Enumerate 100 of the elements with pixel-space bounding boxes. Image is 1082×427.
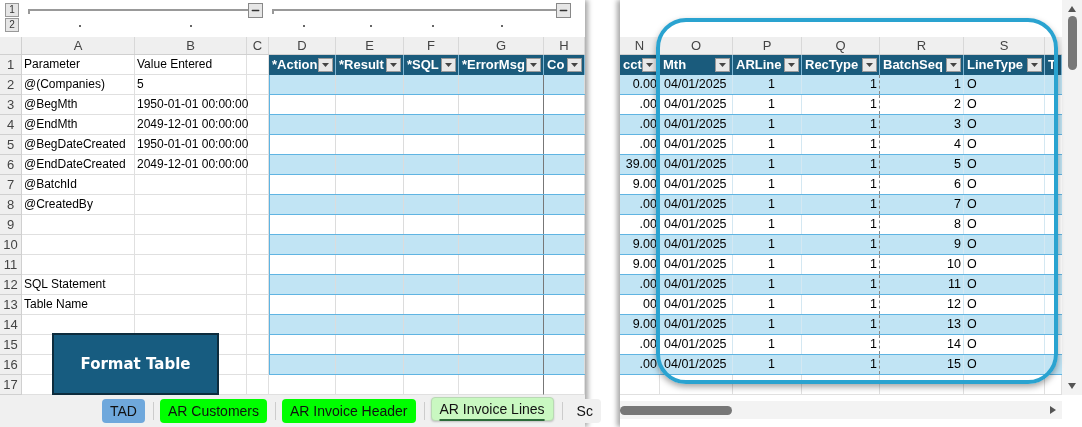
- table-cell: @BatchId: [22, 175, 135, 195]
- column-letter[interactable]: Q: [802, 37, 880, 54]
- table-cell: O: [964, 135, 1045, 154]
- caret-icon: [530, 63, 537, 67]
- table-cell: 2049-12-01 00:00:00: [135, 155, 247, 175]
- table-cell: 1: [733, 355, 802, 374]
- column-letter[interactable]: N: [620, 37, 660, 54]
- table-cell: 1: [733, 235, 802, 254]
- table-cell: 9: [880, 235, 964, 254]
- row-number[interactable]: 5: [0, 135, 22, 155]
- filter-button[interactable]: [567, 58, 582, 72]
- column-letter[interactable]: B: [135, 37, 247, 54]
- filter-button[interactable]: [784, 58, 799, 72]
- row-number[interactable]: 13: [0, 295, 22, 315]
- table-cell: @EndDateCreated: [22, 155, 135, 175]
- row-number[interactable]: 10: [0, 235, 22, 255]
- row-number[interactable]: 3: [0, 95, 22, 115]
- column-letter[interactable]: D: [269, 37, 336, 54]
- row-number[interactable]: 11: [0, 255, 22, 275]
- column-header: *ErrorMsg: [459, 55, 544, 75]
- filter-button[interactable]: [946, 58, 961, 72]
- format-table-button[interactable]: Format Table: [52, 333, 219, 395]
- filter-button[interactable]: [862, 58, 877, 72]
- table-cell: @EndMth: [22, 115, 135, 135]
- table-cell: @CreatedBy: [22, 195, 135, 215]
- row-number[interactable]: 16: [0, 355, 22, 375]
- filter-button[interactable]: [526, 58, 541, 72]
- table-cell: 6: [880, 175, 964, 194]
- row-number[interactable]: 14: [0, 315, 22, 335]
- outline-level-button[interactable]: 2: [5, 18, 19, 32]
- table-cell: O: [964, 75, 1045, 94]
- table-cell: 1: [733, 75, 802, 94]
- column-header: RecType: [802, 55, 880, 75]
- table-cell: 1: [802, 195, 880, 214]
- column-letter[interactable]: A: [22, 37, 135, 54]
- table-cell: 9.00: [620, 235, 660, 254]
- row-number[interactable]: 2: [0, 75, 22, 95]
- table-cell: 12: [880, 295, 964, 314]
- table-cell: 1: [733, 175, 802, 194]
- column-letter[interactable]: G: [459, 37, 544, 54]
- row-number[interactable]: 8: [0, 195, 22, 215]
- row-number[interactable]: 7: [0, 175, 22, 195]
- horizontal-scrollbar[interactable]: [620, 401, 1062, 419]
- column-letter[interactable]: S: [964, 37, 1045, 54]
- column-letter[interactable]: E: [336, 37, 404, 54]
- table-cell: 1: [733, 195, 802, 214]
- column-letter[interactable]: F: [404, 37, 459, 54]
- sheet-tab[interactable]: AR Invoice Lines: [430, 397, 554, 421]
- table-cell: .00: [620, 215, 660, 234]
- table-cell: 0.00: [620, 75, 660, 94]
- table-cell: 1: [880, 75, 964, 94]
- filter-button[interactable]: [441, 58, 456, 72]
- table-cell: 1: [733, 155, 802, 174]
- table-cell: 1: [802, 75, 880, 94]
- column-header: BatchSeq: [880, 55, 964, 75]
- vertical-scrollbar[interactable]: [1062, 0, 1082, 395]
- table-cell: 04/01/2025: [660, 335, 733, 354]
- row-number[interactable]: 15: [0, 335, 22, 355]
- table-cell: 1: [733, 215, 802, 234]
- filter-button[interactable]: [715, 58, 730, 72]
- scroll-up-icon[interactable]: [1068, 6, 1076, 12]
- caret-icon: [788, 63, 795, 67]
- table-cell: 04/01/2025: [660, 195, 733, 214]
- column-letter[interactable]: O: [660, 37, 733, 54]
- empty-cell: [733, 375, 802, 395]
- filter-button[interactable]: [386, 58, 401, 72]
- filter-button[interactable]: [318, 58, 333, 72]
- row-number[interactable]: 12: [0, 275, 22, 295]
- row-number[interactable]: 4: [0, 115, 22, 135]
- scrollbar-thumb[interactable]: [1067, 16, 1077, 70]
- scroll-right-icon[interactable]: [1050, 406, 1056, 414]
- table-cell: O: [964, 235, 1045, 254]
- collapse-button[interactable]: [248, 3, 263, 18]
- row-number[interactable]: 9: [0, 215, 22, 235]
- table-cell: 04/01/2025: [660, 235, 733, 254]
- row-number[interactable]: 6: [0, 155, 22, 175]
- table-cell: 1950-01-01 00:00:00: [135, 135, 247, 155]
- sheet-tab[interactable]: AR Invoice Header: [282, 399, 416, 423]
- table-cell: 2: [880, 95, 964, 114]
- sheet-tab[interactable]: AR Customers: [159, 399, 267, 423]
- column-letter[interactable]: R: [880, 37, 964, 54]
- table-cell: O: [964, 115, 1045, 134]
- sheet-tab[interactable]: TAD: [102, 399, 145, 423]
- row-number[interactable]: 1: [0, 55, 22, 75]
- row-number[interactable]: 17: [0, 375, 22, 395]
- table-cell: 1: [733, 95, 802, 114]
- collapse-button[interactable]: [556, 3, 571, 18]
- scrollbar-thumb[interactable]: [620, 405, 732, 415]
- scroll-down-icon[interactable]: [1068, 383, 1076, 389]
- table-cell: Value Entered: [135, 55, 247, 75]
- caret-icon: [390, 63, 397, 67]
- column-letter[interactable]: P: [733, 37, 802, 54]
- outline-level-button[interactable]: 1: [5, 3, 19, 17]
- table-cell: O: [964, 255, 1045, 274]
- caret-icon: [866, 63, 873, 67]
- table-cell: 04/01/2025: [660, 115, 733, 134]
- column-letter[interactable]: C: [247, 37, 269, 54]
- table-cell: 39.00: [620, 155, 660, 174]
- filter-button[interactable]: [1027, 58, 1042, 72]
- table-cell: 04/01/2025: [660, 75, 733, 94]
